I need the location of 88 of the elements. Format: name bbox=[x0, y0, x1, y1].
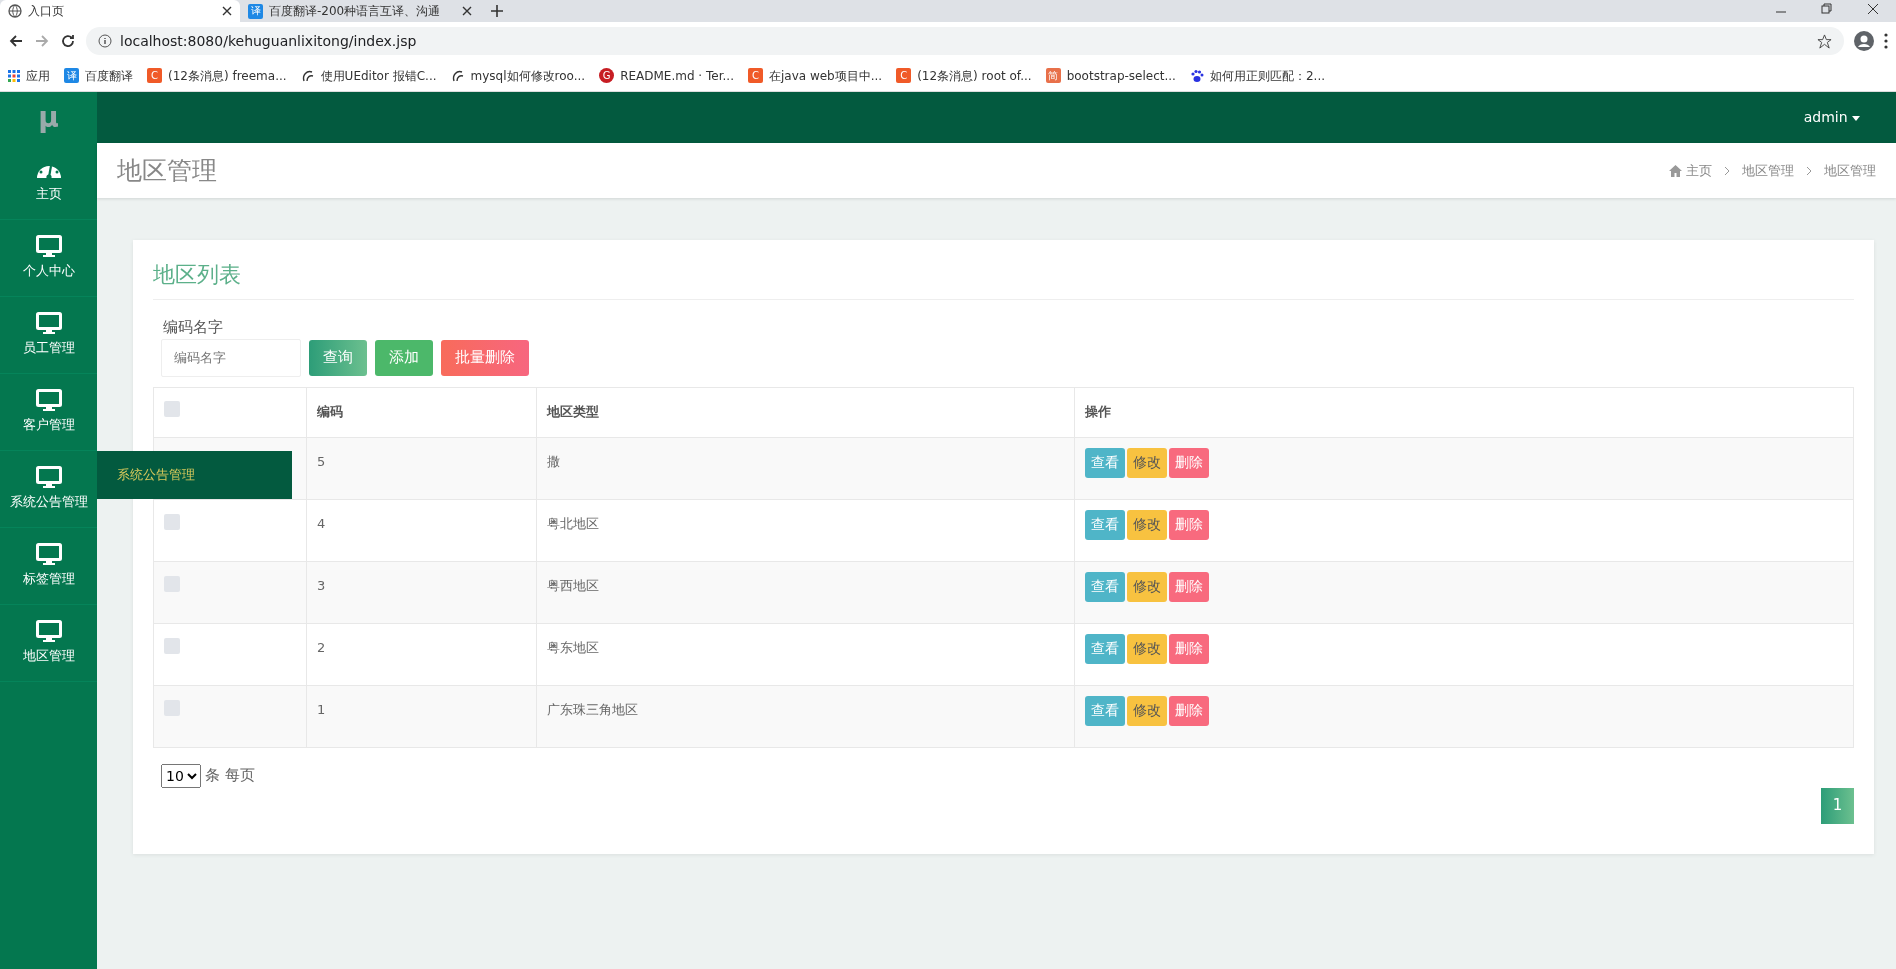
chevron-icon bbox=[1806, 165, 1812, 176]
restore-icon[interactable] bbox=[1820, 2, 1834, 16]
new-tab-icon[interactable] bbox=[490, 4, 504, 18]
delete-button[interactable]: 删除 bbox=[1169, 695, 1209, 726]
bookmark[interactable]: 使用UEditor 报错C... bbox=[300, 66, 437, 85]
table-cell: 3 bbox=[317, 577, 326, 593]
close-icon[interactable] bbox=[1866, 2, 1880, 16]
table-cell: 广东珠三角地区 bbox=[547, 701, 638, 717]
bookmark[interactable]: C 在java web项目中... bbox=[747, 66, 883, 85]
select-all-checkbox[interactable] bbox=[164, 401, 180, 418]
bookmark[interactable]: mysql如何修改roo... bbox=[450, 66, 586, 85]
favicon-icon: 简 bbox=[1045, 68, 1061, 83]
monitor-icon bbox=[35, 620, 62, 643]
page-button[interactable]: 1 bbox=[1821, 787, 1854, 824]
bookmark[interactable]: 简 bootstrap-select... bbox=[1045, 66, 1176, 85]
browser-tab[interactable]: 入口页 bbox=[0, 0, 240, 22]
edit-button[interactable]: 修改 bbox=[1127, 633, 1167, 664]
edit-button[interactable]: 修改 bbox=[1127, 571, 1167, 602]
delete-button[interactable]: 删除 bbox=[1169, 509, 1209, 540]
column-header: 操作 bbox=[1085, 404, 1111, 420]
monitor-icon bbox=[35, 543, 62, 566]
table-cell: 5 bbox=[317, 453, 326, 469]
breadcrumb-link[interactable]: 地区管理 bbox=[1742, 160, 1794, 181]
edit-button[interactable]: 修改 bbox=[1127, 447, 1167, 478]
page-size-select[interactable]: 10 bbox=[161, 763, 201, 788]
swirl-icon bbox=[450, 68, 465, 83]
reload-icon[interactable] bbox=[60, 33, 76, 49]
page-size-label: 条 每页 bbox=[205, 765, 255, 787]
menu-icon[interactable] bbox=[1884, 33, 1888, 49]
edit-button[interactable]: 修改 bbox=[1127, 509, 1167, 540]
info-icon bbox=[98, 34, 112, 48]
url-text: localhost:8080/kehuguanlixitong/index.jsp bbox=[120, 31, 417, 51]
table-cell: 粤北地区 bbox=[547, 515, 599, 531]
user-menu[interactable]: admin bbox=[1797, 106, 1866, 129]
address-bar[interactable]: localhost:8080/kehuguanlixitong/index.jsp bbox=[86, 27, 1844, 55]
bookmark[interactable]: G README.md · Ter... bbox=[599, 66, 734, 85]
chevron-icon bbox=[1724, 165, 1730, 176]
favicon-icon: 译 bbox=[248, 3, 263, 19]
bookmark[interactable]: 如何用正则匹配：2... bbox=[1189, 66, 1325, 85]
bookmark[interactable]: 译 百度翻译 bbox=[64, 66, 133, 85]
table-cell: 2 bbox=[317, 639, 326, 655]
table-cell: 1 bbox=[317, 701, 326, 717]
delete-button[interactable]: 删除 bbox=[1169, 571, 1209, 602]
home-icon bbox=[1669, 164, 1682, 177]
logo: μ bbox=[37, 99, 60, 136]
search-label: 编码名字 bbox=[162, 317, 224, 338]
table-cell: 4 bbox=[317, 515, 326, 531]
favicon-icon: C bbox=[747, 68, 763, 83]
delete-button[interactable]: 删除 bbox=[1169, 633, 1209, 664]
row-checkbox[interactable] bbox=[164, 513, 180, 530]
bookmark[interactable]: 应用 bbox=[8, 66, 50, 85]
search-field[interactable]: 编码名字 bbox=[161, 338, 301, 377]
close-icon bbox=[222, 6, 232, 16]
bookmark[interactable]: C (12条消息) freema... bbox=[147, 66, 287, 85]
back-icon[interactable] bbox=[8, 33, 24, 49]
browser-tab[interactable]: 译 百度翻译-200种语言互译、沟通 bbox=[240, 0, 480, 22]
table-cell: 粤东地区 bbox=[547, 639, 599, 655]
monitor-icon bbox=[35, 466, 62, 489]
favicon-icon: C bbox=[896, 68, 912, 83]
edit-button[interactable]: 修改 bbox=[1127, 695, 1167, 726]
column-header: 编码 bbox=[317, 404, 343, 420]
swirl-icon bbox=[300, 68, 315, 83]
batch-delete-button[interactable]: 批量删除 bbox=[441, 339, 529, 376]
table-cell: 粤西地区 bbox=[547, 577, 599, 593]
favicon-icon: C bbox=[147, 68, 162, 83]
row-checkbox[interactable] bbox=[164, 637, 180, 654]
query-button[interactable]: 查询 bbox=[309, 339, 367, 376]
monitor-icon bbox=[35, 312, 62, 335]
paw-icon bbox=[1189, 68, 1204, 83]
page-title: 地区管理 bbox=[117, 155, 217, 186]
monitor-icon bbox=[35, 235, 62, 258]
apps-grid-icon bbox=[8, 69, 20, 82]
card-title: 地区列表 bbox=[153, 258, 1854, 300]
close-icon bbox=[462, 6, 472, 16]
globe-icon bbox=[8, 4, 22, 18]
bookmark[interactable]: C (12条消息) root of... bbox=[896, 66, 1032, 85]
monitor-icon bbox=[35, 389, 62, 412]
favicon-icon: 译 bbox=[64, 68, 79, 83]
delete-button[interactable]: 删除 bbox=[1169, 447, 1209, 478]
breadcrumb-link[interactable]: 地区管理 bbox=[1824, 160, 1876, 181]
table-cell: 撒 bbox=[547, 453, 560, 469]
column-header: 地区类型 bbox=[547, 404, 599, 420]
star-icon[interactable] bbox=[1817, 33, 1832, 49]
breadcrumb-link[interactable]: 主页 bbox=[1669, 160, 1712, 181]
caret-icon bbox=[1852, 115, 1860, 121]
flyout-menu-item[interactable]: 系统公告管理 bbox=[97, 451, 292, 499]
account-icon[interactable] bbox=[1854, 31, 1874, 51]
favicon-icon: G bbox=[599, 68, 615, 83]
